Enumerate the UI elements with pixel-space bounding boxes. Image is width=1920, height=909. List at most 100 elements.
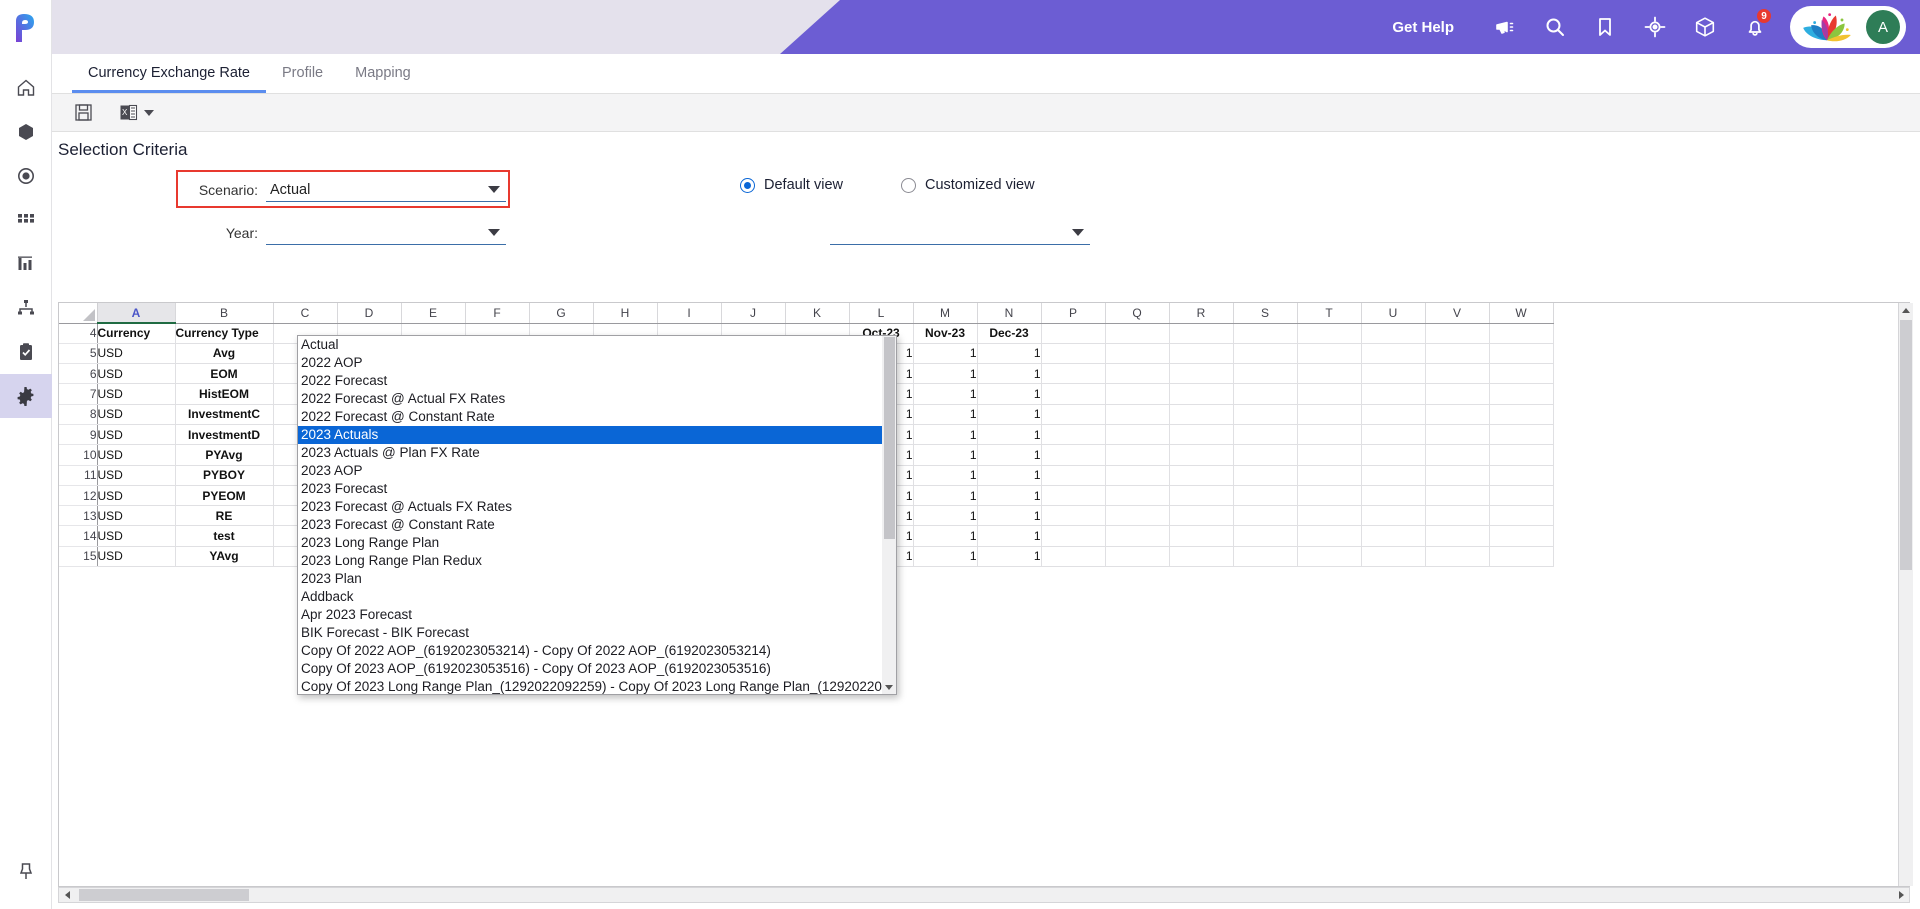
row-header-15[interactable]: 15 bbox=[59, 546, 98, 568]
cell-Q9[interactable] bbox=[1105, 424, 1170, 446]
cell-U13[interactable] bbox=[1361, 505, 1426, 527]
row-header-11[interactable]: 11 bbox=[59, 465, 98, 486]
column-header-c[interactable]: C bbox=[273, 303, 338, 324]
sidebar-item-tasks[interactable] bbox=[0, 330, 52, 374]
dropdown-option[interactable]: BIK Forecast - BIK Forecast bbox=[298, 624, 882, 642]
dropdown-option[interactable]: 2023 Plan bbox=[298, 570, 882, 588]
cell-N5[interactable]: 1 bbox=[977, 343, 1042, 365]
cell-U4[interactable] bbox=[1361, 323, 1426, 344]
sidebar-item-target[interactable] bbox=[0, 154, 52, 198]
column-header-f[interactable]: F bbox=[465, 303, 530, 324]
dropdown-option[interactable]: Actual bbox=[298, 336, 882, 354]
dropdown-option[interactable]: 2023 Forecast bbox=[298, 480, 882, 498]
cell-U14[interactable] bbox=[1361, 525, 1426, 547]
dropdown-option[interactable]: 2023 Long Range Plan bbox=[298, 534, 882, 552]
column-header-s[interactable]: S bbox=[1233, 303, 1298, 324]
cell-R15[interactable] bbox=[1169, 546, 1234, 568]
cell-R5[interactable] bbox=[1169, 343, 1234, 365]
select-all-corner[interactable] bbox=[59, 303, 98, 324]
cell-S15[interactable] bbox=[1233, 546, 1298, 568]
column-header-n[interactable]: N bbox=[977, 303, 1042, 324]
cell-U10[interactable] bbox=[1361, 444, 1426, 466]
scroll-up-button[interactable] bbox=[1899, 303, 1914, 318]
cell-W8[interactable] bbox=[1489, 404, 1554, 425]
scroll-right-button[interactable] bbox=[1893, 888, 1909, 902]
export-excel-button[interactable]: X bbox=[119, 103, 154, 122]
row-header-5[interactable]: 5 bbox=[59, 343, 98, 365]
dropdown-option[interactable]: 2023 Long Range Plan Redux bbox=[298, 552, 882, 570]
cell-T10[interactable] bbox=[1297, 444, 1362, 466]
cell-V4[interactable] bbox=[1425, 323, 1490, 344]
cell-A8[interactable]: USD bbox=[97, 404, 176, 425]
row-header-6[interactable]: 6 bbox=[59, 363, 98, 385]
cube-button[interactable] bbox=[1680, 0, 1730, 54]
cell-R13[interactable] bbox=[1169, 505, 1234, 527]
cell-R4[interactable] bbox=[1169, 323, 1234, 344]
pin-button[interactable] bbox=[0, 849, 52, 893]
cell-A6[interactable]: USD bbox=[97, 363, 176, 385]
cell-T7[interactable] bbox=[1297, 383, 1362, 405]
tab-profile[interactable]: Profile bbox=[266, 65, 339, 93]
cell-P14[interactable] bbox=[1041, 525, 1106, 547]
bookmark-button[interactable] bbox=[1580, 0, 1630, 54]
cell-R11[interactable] bbox=[1169, 465, 1234, 486]
cell-M9[interactable]: 1 bbox=[913, 424, 978, 446]
cell-M6[interactable]: 1 bbox=[913, 363, 978, 385]
year-select[interactable] bbox=[266, 221, 506, 245]
dropdown-option[interactable]: 2022 Forecast bbox=[298, 372, 882, 390]
cell-A10[interactable]: USD bbox=[97, 444, 176, 466]
cell-M4[interactable]: Nov-23 bbox=[913, 323, 978, 344]
row-header-7[interactable]: 7 bbox=[59, 383, 98, 405]
row-header-9[interactable]: 9 bbox=[59, 424, 98, 446]
cell-U6[interactable] bbox=[1361, 363, 1426, 385]
cell-B15[interactable]: YAvg bbox=[175, 546, 274, 568]
cell-A7[interactable]: USD bbox=[97, 383, 176, 405]
row-header-12[interactable]: 12 bbox=[59, 485, 98, 507]
cell-U15[interactable] bbox=[1361, 546, 1426, 568]
cell-Q7[interactable] bbox=[1105, 383, 1170, 405]
dropdown-option[interactable]: 2022 AOP bbox=[298, 354, 882, 372]
cell-R9[interactable] bbox=[1169, 424, 1234, 446]
sidebar-item-reports[interactable] bbox=[0, 242, 52, 286]
column-header-i[interactable]: I bbox=[657, 303, 722, 324]
cell-W11[interactable] bbox=[1489, 465, 1554, 486]
dropdown-option[interactable]: Copy Of 2023 AOP_(6192023053516) - Copy … bbox=[298, 660, 882, 678]
scenario-select[interactable]: Actual bbox=[266, 178, 506, 202]
cell-P12[interactable] bbox=[1041, 485, 1106, 507]
cell-Q10[interactable] bbox=[1105, 444, 1170, 466]
dropdown-option[interactable]: 2023 AOP bbox=[298, 462, 882, 480]
cell-N6[interactable]: 1 bbox=[977, 363, 1042, 385]
cell-U8[interactable] bbox=[1361, 404, 1426, 425]
cell-R10[interactable] bbox=[1169, 444, 1234, 466]
cell-T6[interactable] bbox=[1297, 363, 1362, 385]
cell-Q14[interactable] bbox=[1105, 525, 1170, 547]
cell-U11[interactable] bbox=[1361, 465, 1426, 486]
cell-S7[interactable] bbox=[1233, 383, 1298, 405]
cell-A14[interactable]: USD bbox=[97, 525, 176, 547]
cell-A4[interactable]: Currency bbox=[97, 323, 176, 344]
cell-P13[interactable] bbox=[1041, 505, 1106, 527]
chevron-down-icon[interactable] bbox=[488, 229, 500, 236]
column-header-k[interactable]: K bbox=[785, 303, 850, 324]
cell-B13[interactable]: RE bbox=[175, 505, 274, 527]
cell-A15[interactable]: USD bbox=[97, 546, 176, 568]
cell-T4[interactable] bbox=[1297, 323, 1362, 344]
cell-V15[interactable] bbox=[1425, 546, 1490, 568]
cell-B7[interactable]: HistEOM bbox=[175, 383, 274, 405]
cell-W15[interactable] bbox=[1489, 546, 1554, 568]
cell-A12[interactable]: USD bbox=[97, 485, 176, 507]
notifications-button[interactable]: 9 bbox=[1730, 0, 1780, 54]
row-header-13[interactable]: 13 bbox=[59, 505, 98, 527]
cell-M7[interactable]: 1 bbox=[913, 383, 978, 405]
cell-W12[interactable] bbox=[1489, 485, 1554, 507]
cell-M13[interactable]: 1 bbox=[913, 505, 978, 527]
dropdown-scrollbar[interactable] bbox=[882, 336, 896, 694]
cell-V12[interactable] bbox=[1425, 485, 1490, 507]
cell-Q6[interactable] bbox=[1105, 363, 1170, 385]
cell-R8[interactable] bbox=[1169, 404, 1234, 425]
cell-M5[interactable]: 1 bbox=[913, 343, 978, 365]
cell-N10[interactable]: 1 bbox=[977, 444, 1042, 466]
cell-M12[interactable]: 1 bbox=[913, 485, 978, 507]
cell-P5[interactable] bbox=[1041, 343, 1106, 365]
cell-W14[interactable] bbox=[1489, 525, 1554, 547]
